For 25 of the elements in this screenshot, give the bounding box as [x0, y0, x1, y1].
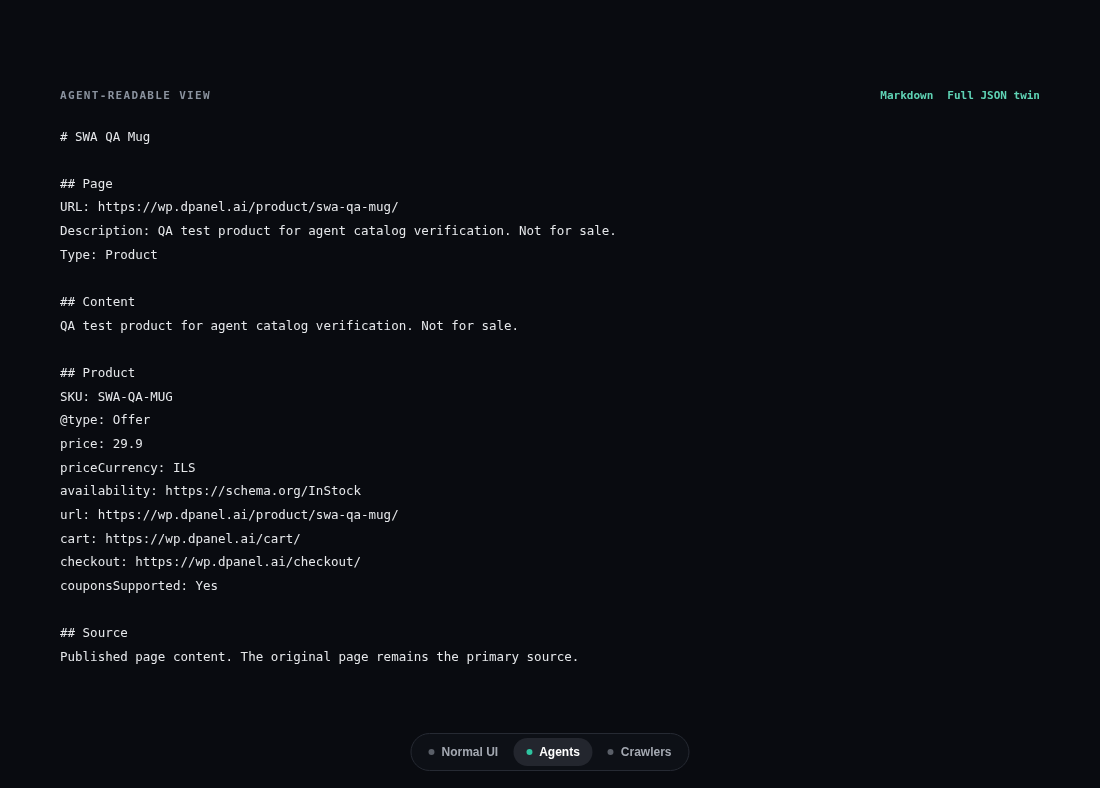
text-line: checkout: https://wp.dpanel.ai/checkout/ — [60, 553, 363, 572]
text-line: Description: QA test product for agent catalog verification. Not for sale. — [60, 222, 618, 241]
view-tab[interactable]: Crawlers — [594, 738, 685, 766]
text-line: cart: https://wp.dpanel.ai/cart/ — [60, 529, 302, 548]
section-heading: ## Content — [60, 293, 137, 312]
text-line: Published page content. The original page remains the primary source. — [60, 647, 581, 666]
text-line: QA test product for agent catalog verification. Not for sale. — [60, 316, 521, 335]
text-line: url: https://wp.dpanel.ai/product/swa-qa-mug/ — [60, 505, 400, 524]
format-link[interactable]: Markdown — [880, 88, 934, 105]
text-line: @type: Offer — [60, 411, 152, 430]
text-line: Type: Product — [60, 245, 159, 264]
text-line: priceCurrency: ILS — [60, 458, 197, 477]
view-tab[interactable]: Agents — [513, 738, 593, 766]
text-line: URL: https://wp.dpanel.ai/product/swa-qa-mug/ — [60, 198, 400, 217]
section-label: AGENT-READABLE VIEW — [60, 88, 211, 104]
text-line: couponsSupported: Yes — [60, 576, 220, 595]
section-heading: ## Source — [60, 624, 129, 643]
format-link[interactable]: Full JSON twin — [947, 88, 1040, 105]
document-title: # SWA QA Mug — [60, 127, 152, 146]
text-line: SKU: SWA-QA-MUG — [60, 387, 174, 406]
section-heading: ## Product — [60, 364, 137, 382]
view-tab[interactable]: Normal UI — [415, 738, 512, 766]
section-heading: ## Page — [60, 174, 114, 193]
text-line: price: 29.9 — [60, 435, 144, 453]
text-line: availability: https://schema.org/InStock — [60, 482, 363, 501]
